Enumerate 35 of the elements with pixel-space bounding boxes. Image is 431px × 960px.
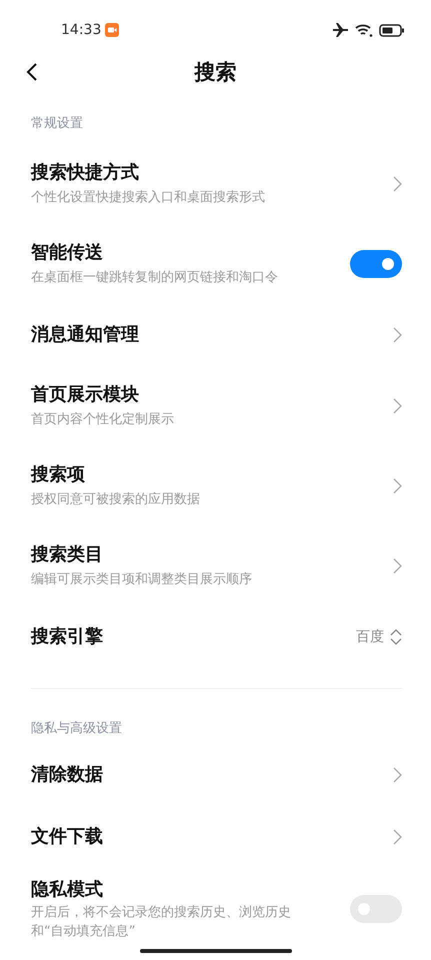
setting-title: 消息通知管理 [31, 323, 140, 347]
video-call-icon [105, 23, 120, 37]
section-label: 隐私与高级设置 [31, 721, 122, 736]
chevron-right-icon[interactable] [393, 478, 402, 494]
setting-title: 搜索项 [31, 462, 86, 486]
setting-description: 开启后，将不会记录您的搜索历史、浏览历史和“自动填充信息” [31, 904, 292, 940]
wifi-icon [355, 23, 373, 37]
setting-title: 隐私模式 [31, 878, 104, 902]
setting-description: 编辑可展示类目项和调整类目展示顺序 [31, 570, 253, 588]
setting-title: 搜索类目 [31, 542, 104, 566]
battery-icon [379, 24, 405, 36]
setting-title: 智能传送 [31, 240, 104, 264]
section-label: 常规设置 [31, 116, 83, 131]
setting-description: 首页内容个性化定制展示 [31, 410, 175, 428]
setting-description: 个性化设置快捷搜索入口和桌面搜索形式 [31, 188, 266, 206]
setting-title: 清除数据 [31, 763, 104, 787]
chevron-right-icon[interactable] [393, 767, 402, 783]
setting-description: 授权同意可被搜索的应用数据 [31, 490, 201, 508]
chevron-right-icon[interactable] [393, 398, 402, 414]
setting-title: 首页展示模块 [31, 382, 140, 406]
chevron-right-icon[interactable] [393, 829, 402, 845]
chevron-right-icon[interactable] [393, 176, 402, 192]
chevron-right-icon[interactable] [393, 558, 402, 574]
page-title: 搜索 [194, 59, 236, 86]
setting-title: 搜索引擎 [31, 625, 104, 649]
chevron-right-icon[interactable] [393, 327, 402, 343]
setting-title: 搜索快捷方式 [31, 160, 140, 184]
setting-title: 文件下载 [31, 825, 104, 849]
toggle-switch[interactable] [350, 250, 402, 278]
setting-description: 在桌面框一键跳转复制的网页链接和淘口令 [31, 268, 279, 286]
up-down-chevron-icon[interactable] [390, 628, 402, 646]
setting-value: 百度 [356, 628, 384, 646]
back-icon[interactable] [26, 63, 38, 81]
airplane-icon [333, 23, 349, 37]
status-time: 14:33 [61, 22, 102, 38]
